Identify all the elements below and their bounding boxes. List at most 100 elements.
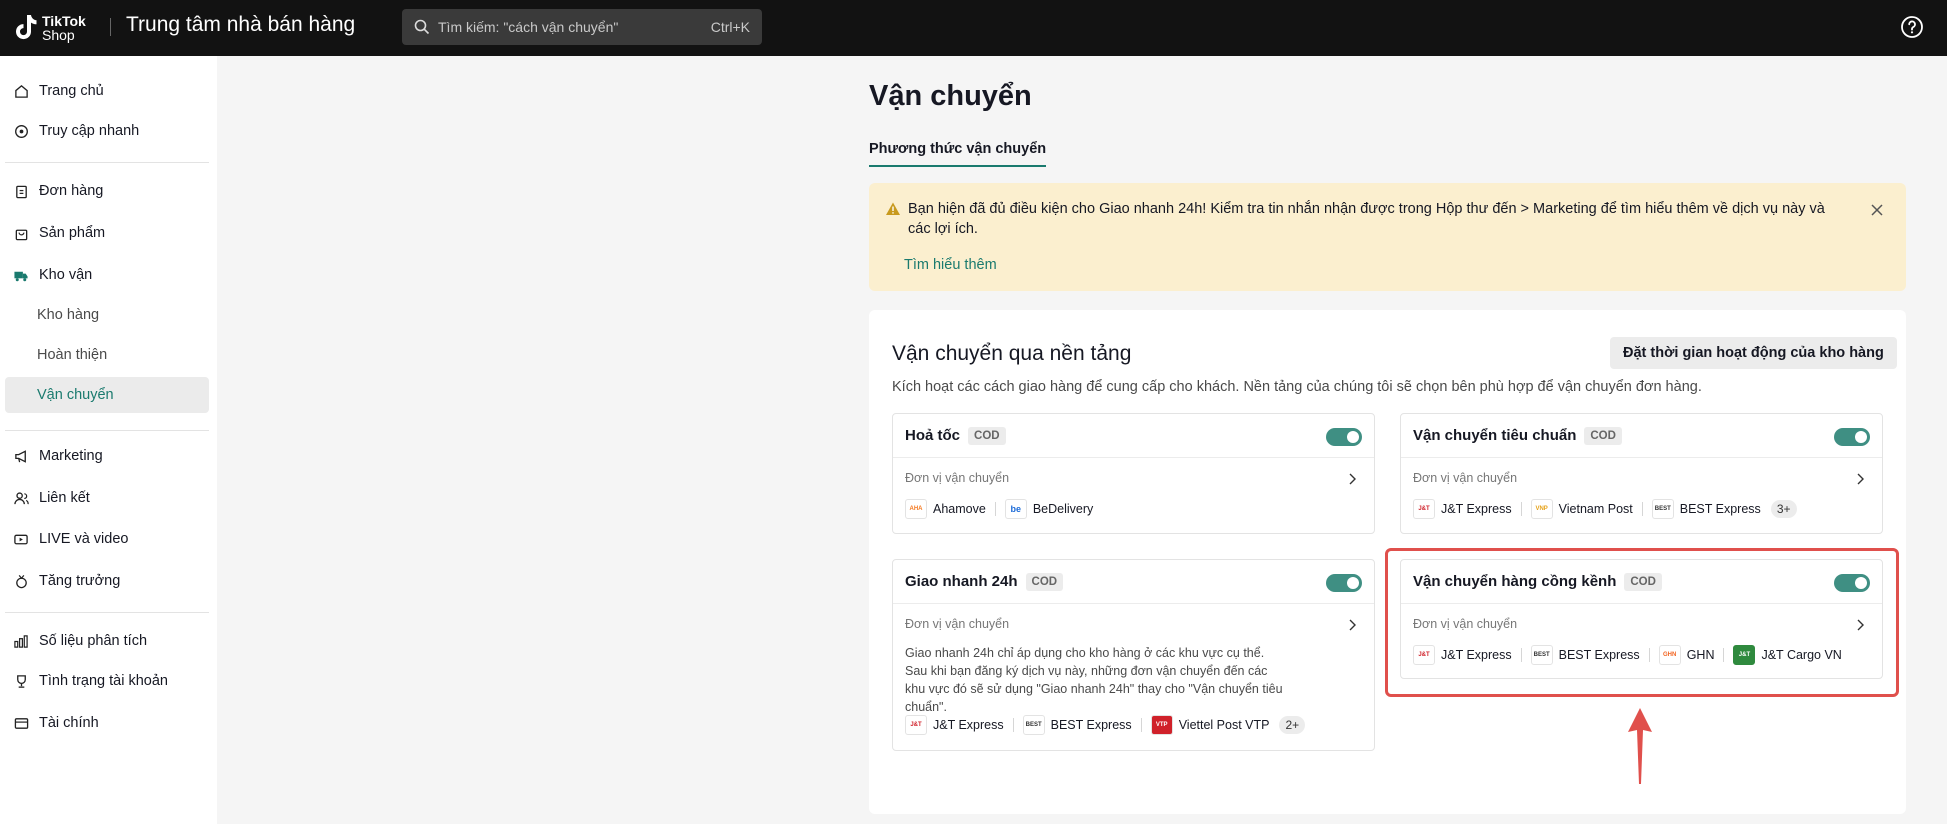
best-express-logo-icon: BEST	[1022, 715, 1045, 735]
sidebar-item-label: Marketing	[39, 448, 103, 464]
carrier-item: BEST BEST Express	[1022, 715, 1132, 735]
sidebar-item-label: Hoàn thiện	[37, 347, 108, 363]
search-bar[interactable]: Tìm kiếm: "cách vận chuyển" Ctrl+K	[402, 9, 762, 45]
sidebar-item-live-video[interactable]: LIVE và video	[5, 521, 209, 557]
card-title: Hoả tốc	[905, 427, 961, 444]
tab-shipping-methods[interactable]: Phương thức vận chuyển	[869, 141, 1047, 167]
express-toggle[interactable]	[1326, 428, 1362, 446]
app-title: Trung tâm nhà bán hàng	[126, 13, 356, 36]
trophy-icon	[13, 673, 29, 689]
shipping-card-standard: Vận chuyển tiêu chuẩn COD Đơn vị vận chu…	[1400, 413, 1883, 534]
logo-tiktok-text: TikTok	[42, 13, 86, 29]
best-express-logo-icon: BEST	[1651, 499, 1674, 519]
sidebar-item-warehouse[interactable]: Kho hàng	[5, 297, 209, 333]
sidebar-item-label: Liên kết	[39, 490, 90, 506]
carrier-name: BEST Express	[1679, 502, 1761, 516]
arrow-up-icon	[1628, 708, 1652, 784]
sidebar-item-logistics[interactable]: Kho vận	[5, 257, 209, 293]
sidebar-item-account-health[interactable]: Tình trạng tài khoản	[5, 663, 209, 699]
video-icon	[13, 531, 29, 547]
carrier-item: J&T J&T Express	[1413, 499, 1512, 519]
carrier-name: Viettel Post VTP	[1178, 718, 1270, 732]
learn-more-link[interactable]: Tìm hiểu thêm	[904, 257, 997, 273]
truck-icon	[13, 267, 29, 283]
carrier-list: AHA Ahamove be BeDelivery	[905, 499, 1093, 519]
sidebar-item-orders[interactable]: Đơn hàng	[5, 173, 209, 209]
warning-icon	[886, 202, 900, 215]
carrier-item: BEST BEST Express	[1651, 499, 1761, 519]
logo-shop-text: Shop	[42, 27, 75, 43]
carrier-item: VTP Viettel Post VTP	[1150, 715, 1270, 735]
carrier-label: Đơn vị vận chuyển	[905, 617, 1010, 631]
sidebar-item-affiliate[interactable]: Liên kết	[5, 480, 209, 516]
shipping-card-express: Hoả tốc COD Đơn vị vận chuyển AHA Ahamove…	[892, 413, 1375, 534]
tiktok-shop-logo[interactable]: TikTok Shop	[12, 12, 86, 44]
people-icon	[13, 490, 29, 506]
ahamove-logo-icon: AHA	[905, 499, 927, 519]
standard-toggle[interactable]	[1834, 428, 1870, 446]
carrier-name: BeDelivery	[1032, 502, 1094, 516]
sidebar-item-shipping[interactable]: Vận chuyển	[5, 377, 209, 413]
chevron-right-icon[interactable]	[1348, 473, 1356, 485]
sidebar-item-label: Trang chủ	[39, 83, 104, 99]
carrier-name: BEST Express	[1050, 718, 1132, 732]
sidebar-item-fulfillment[interactable]: Hoàn thiện	[5, 337, 209, 373]
tiktok-logo-icon	[16, 15, 37, 40]
more-carriers-badge[interactable]: 3+	[1770, 500, 1797, 518]
cod-badge: COD	[1025, 572, 1064, 591]
panel-title: Vận chuyển qua nền tảng	[892, 342, 1132, 365]
sidebar-item-growth[interactable]: Tăng trưởng	[5, 563, 209, 599]
set-warehouse-hours-button[interactable]: Đặt thời gian hoạt động của kho hàng	[1610, 337, 1897, 369]
jt-express-logo-icon: J&T	[1413, 499, 1435, 519]
cod-badge: COD	[1584, 426, 1622, 445]
carrier-item: be BeDelivery	[1004, 499, 1094, 519]
quick-access-icon	[13, 123, 29, 139]
sidebar-item-finance[interactable]: Tài chính	[5, 705, 209, 741]
page-title: Vận chuyển	[869, 80, 1032, 112]
sidebar-item-marketing[interactable]: Marketing	[5, 438, 209, 474]
sidebar-item-label: Tài chính	[39, 715, 99, 731]
fast-24h-toggle[interactable]	[1326, 574, 1362, 592]
carrier-item: VNP Vietnam Post	[1530, 499, 1633, 519]
sidebar-item-label: Kho hàng	[37, 307, 100, 323]
home-icon	[13, 83, 29, 99]
wallet-icon	[13, 715, 29, 731]
sidebar-divider	[5, 612, 209, 613]
carrier-item: J&T J&T Express	[905, 715, 1004, 735]
card-note: Giao nhanh 24h chỉ áp dụng cho kho hàng …	[905, 646, 1283, 714]
close-icon[interactable]	[1870, 203, 1884, 217]
sidebar-item-analytics[interactable]: Số liệu phân tích	[5, 623, 209, 659]
carrier-label: Đơn vị vận chuyển	[1413, 471, 1518, 485]
viettel-post-logo-icon: VTP	[1150, 715, 1173, 735]
sidebar-item-label: Đơn hàng	[39, 183, 104, 199]
top-bar: TikTok Shop Trung tâm nhà bán hàng Tìm k…	[0, 0, 1947, 56]
eligibility-banner: Bạn hiện đã đủ điều kiện cho Giao nhanh …	[869, 183, 1906, 291]
carrier-list: J&T J&T Express BEST BEST Express VTP Viett…	[905, 715, 1306, 735]
chevron-right-icon[interactable]	[1348, 619, 1356, 631]
cod-badge: COD	[968, 426, 1006, 445]
banner-text: Bạn hiện đã đủ điều kiện cho Giao nhanh …	[908, 201, 1825, 237]
sidebar-item-label: LIVE và video	[39, 531, 129, 547]
sidebar-item-label: Vận chuyển	[37, 387, 114, 403]
search-placeholder: Tìm kiếm: "cách vận chuyển"	[438, 19, 619, 35]
sidebar-item-products[interactable]: Sản phẩm	[5, 215, 209, 251]
carrier-name: J&T Express	[1441, 502, 1512, 516]
chevron-right-icon[interactable]	[1856, 473, 1864, 485]
vietnam-post-logo-icon: VNP	[1530, 499, 1553, 519]
sidebar-item-label: Kho vận	[39, 267, 93, 283]
sidebar-item-label: Truy cập nhanh	[39, 123, 140, 139]
more-carriers-badge[interactable]: 2+	[1279, 716, 1306, 734]
sidebar-item-label: Tăng trưởng	[39, 573, 121, 589]
carrier-name: Ahamove	[933, 502, 986, 516]
bedelivery-logo-icon: be	[1004, 499, 1027, 519]
carrier-name: J&T Express	[933, 718, 1004, 732]
sidebar-divider	[5, 162, 209, 163]
medal-icon	[13, 573, 29, 589]
sidebar-divider	[5, 430, 209, 431]
clipboard-icon	[13, 183, 29, 199]
sidebar-item-home[interactable]: Trang chủ	[5, 73, 209, 109]
help-icon[interactable]	[1900, 15, 1924, 39]
carrier-name: Vietnam Post	[1558, 502, 1633, 516]
carrier-label: Đơn vị vận chuyển	[905, 471, 1010, 485]
sidebar-item-quick-access[interactable]: Truy cập nhanh	[5, 113, 209, 149]
